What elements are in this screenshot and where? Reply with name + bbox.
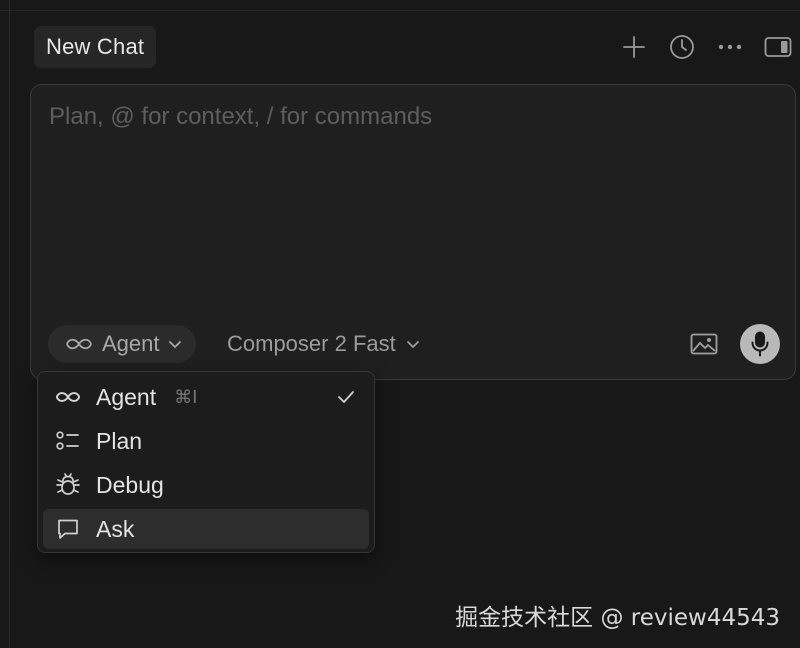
plus-icon[interactable] [620, 30, 648, 64]
chevron-down-icon [406, 340, 420, 349]
menu-item-debug[interactable]: Debug [43, 465, 369, 505]
infinity-icon [54, 390, 82, 404]
menu-item-agent[interactable]: Agent ⌘I [43, 377, 369, 417]
model-label: Composer 2 Fast [227, 331, 396, 356]
menu-item-plan[interactable]: Plan [43, 421, 369, 461]
chat-panel: New Chat Plan, @ for context, / for comm… [0, 0, 800, 648]
menu-item-ask[interactable]: Ask [43, 509, 369, 549]
composer-box: Agent Composer 2 Fast [30, 84, 796, 380]
menu-item-label: Ask [96, 515, 135, 542]
image-icon[interactable] [687, 329, 721, 359]
panel-icon[interactable] [764, 30, 792, 64]
left-divider [9, 0, 10, 648]
tab-title: New Chat [46, 34, 145, 59]
more-icon[interactable] [716, 30, 744, 64]
menu-item-label: Agent [96, 383, 157, 410]
mode-select-button[interactable]: Agent [48, 325, 196, 363]
model-select-button[interactable]: Composer 2 Fast [227, 325, 420, 363]
watermark-text: 掘金技术社区 @ review44543 [455, 605, 780, 631]
microphone-icon[interactable] [740, 324, 780, 364]
menu-item-label: Debug [96, 471, 164, 498]
shortcut-hint: ⌘I [174, 386, 198, 408]
mode-dropdown-menu: Agent ⌘I Plan Debug Ask [37, 371, 375, 553]
top-divider [0, 10, 800, 11]
menu-item-label: Plan [96, 427, 143, 454]
chat-bubble-icon [54, 517, 82, 541]
plan-list-icon [54, 430, 82, 452]
history-icon[interactable] [668, 30, 696, 64]
infinity-icon [64, 337, 94, 351]
mode-label: Agent [102, 331, 160, 356]
chevron-down-icon [168, 340, 182, 349]
checkmark-icon [337, 377, 355, 417]
tab-new-chat[interactable]: New Chat [34, 26, 157, 68]
chat-input[interactable] [49, 103, 769, 131]
bug-icon [54, 472, 82, 498]
header-actions [620, 30, 792, 64]
